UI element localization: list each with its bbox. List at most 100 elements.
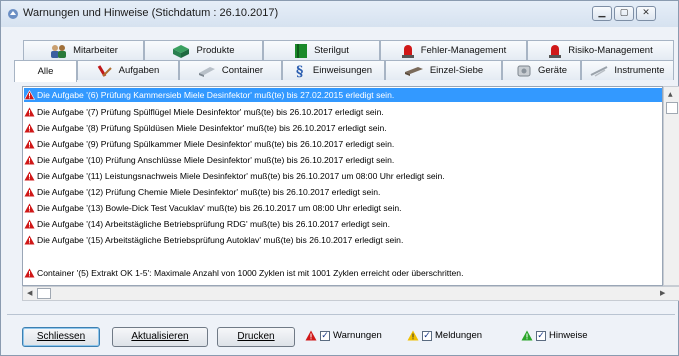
tab-label: Einzel-Siebe	[429, 65, 484, 76]
list-item[interactable]: Die Aufgabe '(7) Prüfung Spülflügel Miel…	[24, 105, 384, 119]
warning-icon	[24, 235, 35, 245]
app-icon	[8, 9, 18, 19]
tab-label: Geräte	[537, 65, 568, 76]
maximize-button[interactable]: ▢	[614, 6, 634, 21]
warning-icon	[24, 187, 35, 197]
tab-alle[interactable]: Alle	[14, 60, 77, 82]
list-item[interactable]: Die Aufgabe '(9) Prüfung Spülkammer Miel…	[24, 137, 394, 151]
tab-label: Risiko-Management	[568, 45, 653, 56]
list-item[interactable]: Die Aufgabe '(12) Prüfung Chemie Miele D…	[24, 185, 380, 199]
list-item[interactable]: Container '(5) Extrakt OK 1-5': Maximale…	[24, 266, 463, 280]
bottom-bar: Schliessen Aktualisieren Drucken ✓ Warnu…	[7, 314, 675, 352]
tab-label: Einweisungen	[312, 65, 373, 76]
tab-instrumente[interactable]: Instrumente	[581, 60, 674, 80]
tab-einzel-siebe[interactable]: Einzel-Siebe	[385, 60, 502, 80]
container-icon	[198, 66, 215, 77]
tab-sterilgut[interactable]: Sterilgut	[263, 40, 380, 60]
list-item[interactable]: Die Aufgabe '(6) Prüfung Kammersieb Miel…	[24, 88, 662, 102]
tab-row-1: Mitarbeiter Produkte Sterilgut Fehler-Ma…	[6, 40, 674, 60]
tab-label: Instrumente	[614, 65, 665, 76]
tab-label: Mitarbeiter	[73, 45, 118, 56]
tab-label: Fehler-Management	[420, 45, 507, 56]
message-text: Die Aufgabe '(14) Arbeitstägliche Betrie…	[37, 219, 390, 229]
scroll-thumb-horizontal[interactable]	[37, 288, 51, 299]
filter-label: Meldungen	[435, 330, 483, 341]
message-text: Die Aufgabe '(8) Prüfung Spüldüsen Miele…	[37, 123, 387, 133]
maximize-icon: ▢	[619, 8, 629, 18]
list-item[interactable]: Die Aufgabe '(14) Arbeitstägliche Betrie…	[24, 217, 390, 231]
vertical-scrollbar[interactable]: ▲	[663, 86, 679, 286]
message-text: Die Aufgabe '(9) Prüfung Spülkammer Miel…	[37, 139, 395, 149]
red-alarm-icon	[549, 44, 562, 58]
title-bar: Warnungen und Hinweise (Stichdatum : 26.…	[1, 1, 678, 27]
minimize-icon: ▁	[598, 8, 606, 18]
device-icon	[517, 65, 531, 76]
warning-icon	[24, 268, 35, 278]
warning-icon	[24, 171, 35, 181]
list-item[interactable]: Die Aufgabe '(11) Leistungsnachweis Miel…	[24, 169, 445, 183]
list-item[interactable]: Die Aufgabe '(8) Prüfung Spüldüsen Miele…	[24, 121, 387, 135]
message-text: Die Aufgabe '(7) Prüfung Spülflügel Miel…	[37, 107, 384, 117]
message-text: Container '(5) Extrakt OK 1-5': Maximale…	[37, 268, 464, 278]
print-button[interactable]: Drucken	[217, 327, 295, 347]
message-text: Die Aufgabe '(15) Arbeitstägliche Betrie…	[37, 235, 404, 245]
close-icon: ✕	[642, 8, 650, 18]
tab-mitarbeiter[interactable]: Mitarbeiter	[23, 40, 144, 60]
close-dialog-button[interactable]: Schliessen	[22, 327, 100, 347]
filter-messages[interactable]: ✓ Meldungen	[407, 330, 482, 341]
window-title: Warnungen und Hinweise (Stichdatum : 26.…	[23, 7, 279, 19]
scroll-thumb[interactable]	[666, 102, 678, 114]
tab-label: Produkte	[196, 45, 235, 56]
tab-geraete[interactable]: Geräte	[502, 60, 581, 80]
tab-label: Container	[221, 65, 264, 76]
tab-risiko-management[interactable]: Risiko-Management	[527, 40, 674, 60]
warning-icon	[24, 90, 35, 100]
scroll-right-icon[interactable]: ▶	[660, 289, 665, 297]
warning-icon	[24, 123, 35, 133]
warnings-window: Warnungen und Hinweise (Stichdatum : 26.…	[0, 0, 679, 356]
scroll-left-icon[interactable]: ◀	[27, 289, 32, 297]
tab-fehler-management[interactable]: Fehler-Management	[380, 40, 527, 60]
tab-container[interactable]: Container	[179, 60, 282, 80]
tab-label: Alle	[37, 66, 54, 77]
book-icon	[295, 43, 308, 58]
message-list-box: Die Aufgabe '(6) Prüfung Kammersieb Miel…	[22, 86, 679, 301]
scroll-up-icon[interactable]: ▲	[668, 91, 673, 98]
message-list[interactable]: Die Aufgabe '(6) Prüfung Kammersieb Miel…	[22, 86, 663, 286]
filter-warnings[interactable]: ✓ Warnungen	[305, 330, 382, 341]
warning-icon	[24, 107, 35, 117]
tab-row-2: Alle Aufgaben Container § Einweisungen E…	[6, 60, 674, 82]
svg-text:§: §	[296, 64, 303, 79]
hints-checkbox[interactable]: ✓	[536, 330, 546, 341]
hint-icon	[521, 330, 533, 341]
message-text: Die Aufgabe '(11) Leistungsnachweis Miel…	[37, 171, 445, 181]
message-text: Die Aufgabe '(12) Prüfung Chemie Miele D…	[37, 187, 381, 197]
tab-einweisungen[interactable]: § Einweisungen	[282, 60, 385, 80]
warning-icon	[24, 139, 35, 149]
warnings-checkbox[interactable]: ✓	[320, 330, 330, 341]
horizontal-scrollbar[interactable]: ◀ ▶	[22, 286, 679, 301]
instrument-icon	[590, 65, 608, 77]
tasks-icon	[97, 64, 112, 77]
filter-hints[interactable]: ✓ Hinweise	[521, 330, 588, 341]
minimize-button[interactable]: ▁	[592, 6, 612, 21]
close-button[interactable]: ✕	[636, 6, 656, 21]
filter-label: Hinweise	[549, 330, 588, 341]
refresh-button[interactable]: Aktualisieren	[112, 327, 208, 347]
tab-produkte[interactable]: Produkte	[144, 40, 263, 60]
message-text: Die Aufgabe '(6) Prüfung Kammersieb Miel…	[37, 90, 395, 100]
message-text: Die Aufgabe '(13) Bowle-Dick Test Vacukl…	[37, 203, 402, 213]
tab-aufgaben[interactable]: Aufgaben	[77, 60, 179, 80]
tray-icon	[404, 66, 423, 76]
message-text: Die Aufgabe '(10) Prüfung Anschlüsse Mie…	[37, 155, 395, 165]
warning-icon	[24, 219, 35, 229]
list-item[interactable]: Die Aufgabe '(10) Prüfung Anschlüsse Mie…	[24, 153, 394, 167]
tab-label: Aufgaben	[118, 65, 160, 76]
paragraph-icon: §	[296, 64, 303, 79]
tab-label: Sterilgut	[314, 45, 349, 56]
list-item[interactable]: Die Aufgabe '(15) Arbeitstägliche Betrie…	[24, 233, 403, 247]
messages-checkbox[interactable]: ✓	[422, 330, 432, 341]
red-alarm-icon	[401, 44, 414, 58]
products-icon	[173, 44, 190, 58]
list-item[interactable]: Die Aufgabe '(13) Bowle-Dick Test Vacukl…	[24, 201, 402, 215]
